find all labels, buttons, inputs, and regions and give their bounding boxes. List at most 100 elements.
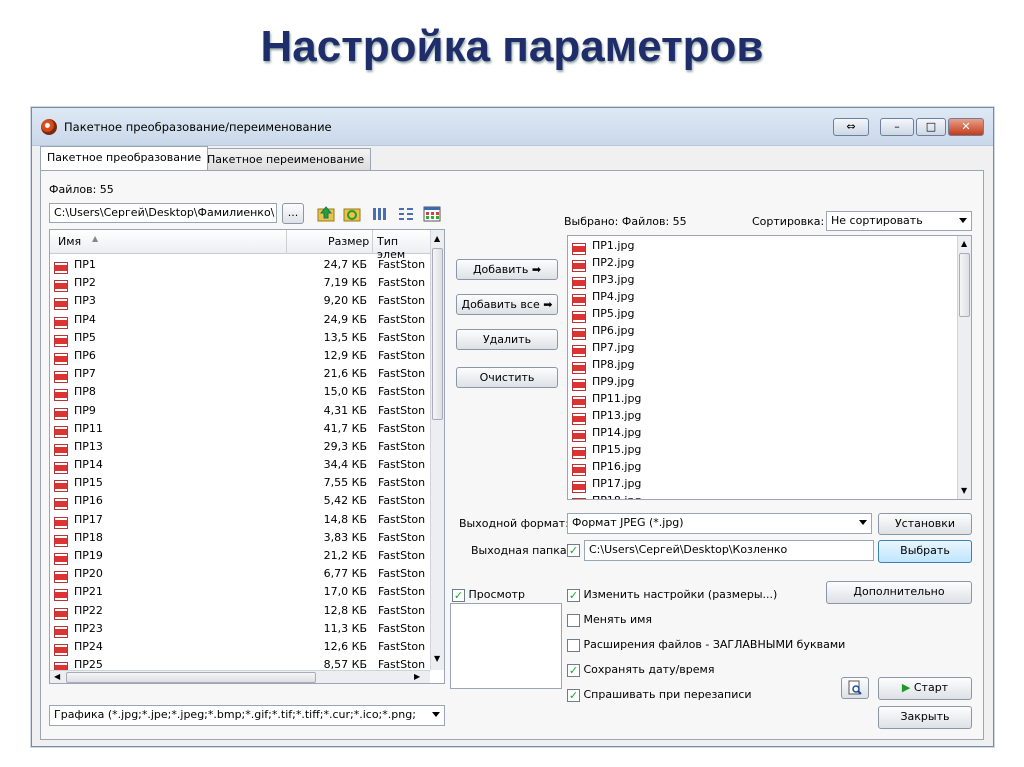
selected-file-row[interactable]: ПР4.jpg	[570, 289, 955, 306]
scroll-up-icon[interactable]: ▲	[961, 239, 967, 248]
close-button[interactable]: Закрыть	[878, 706, 972, 729]
file-row[interactable]: ПР11 41,7 КБ FastSton	[50, 420, 430, 438]
ask-overwrite-option[interactable]: ✓ Спрашивать при перезаписи	[567, 688, 752, 702]
file-row[interactable]: ПР15 7,55 КБ FastSton	[50, 474, 430, 493]
file-row[interactable]: ПР24 12,6 КБ FastSton	[50, 638, 430, 656]
change-settings-checkbox[interactable]: ✓	[567, 588, 580, 602]
file-row[interactable]: ПР13 29,3 КБ FastSton	[50, 438, 430, 456]
clear-button[interactable]: Очистить	[456, 367, 558, 388]
selected-file-row[interactable]: ПР6.jpg	[570, 323, 955, 340]
output-format-value: Формат JPEG (*.jpg)	[572, 516, 684, 529]
file-row[interactable]: ПР22 12,8 КБ FastSton	[50, 602, 430, 620]
file-row[interactable]: ПР20 6,77 КБ FastSton	[50, 565, 430, 584]
jpg-file-icon	[572, 277, 586, 289]
file-row[interactable]: ПР4 24,9 КБ FastSton	[50, 311, 430, 329]
file-row[interactable]: ПР6 12,9 КБ FastSton	[50, 347, 430, 365]
choose-folder-button[interactable]: Выбрать	[878, 540, 972, 563]
folder-up-icon[interactable]	[317, 205, 335, 223]
uppercase-ext-option[interactable]: Расширения файлов - ЗАГЛАВНЫМИ буквами	[567, 638, 845, 652]
resize-toggle-button[interactable]: ⇔	[833, 118, 869, 136]
preview-toggle[interactable]: ✓ Просмотр	[452, 588, 525, 602]
column-name[interactable]: Имя	[58, 235, 81, 248]
selected-file-row[interactable]: ПР2.jpg	[570, 255, 955, 272]
output-folder-checkbox[interactable]: ✓	[567, 544, 580, 557]
change-settings-option[interactable]: ✓ Изменить настройки (размеры...)	[567, 588, 777, 602]
maximize-button[interactable]: □	[916, 118, 946, 136]
selected-file-row[interactable]: ПР9.jpg	[570, 374, 955, 391]
selected-file-row[interactable]: ПР18.jpg	[570, 493, 955, 499]
scroll-down-icon[interactable]: ▼	[961, 486, 967, 495]
selected-file-list[interactable]: ПР1.jpg ПР2.jpg ПР3.jpg ПР4.jpg ПР5.jpg ПР6.j…	[567, 235, 972, 500]
rename-checkbox[interactable]	[567, 613, 580, 627]
rename-option[interactable]: Менять имя	[567, 613, 652, 627]
selected-file-row[interactable]: ПР5.jpg	[570, 306, 955, 323]
column-size[interactable]: Размер	[328, 235, 369, 248]
minimize-button[interactable]: –	[880, 118, 914, 136]
selected-file-row[interactable]: ПР16.jpg	[570, 459, 955, 476]
preview-checkbox[interactable]: ✓	[452, 588, 465, 602]
add-button[interactable]: Добавить ➡	[456, 259, 558, 280]
add-all-button[interactable]: Добавить все ➡	[456, 294, 558, 315]
selected-file-row[interactable]: ПР8.jpg	[570, 357, 955, 374]
keep-date-option[interactable]: ✓ Сохранять дату/время	[567, 663, 714, 677]
source-scroll-thumb[interactable]	[432, 248, 443, 420]
selected-file-row[interactable]: ПР11.jpg	[570, 391, 955, 408]
advanced-button[interactable]: Дополнительно	[826, 581, 972, 604]
file-row[interactable]: ПР18 3,83 КБ FastSton	[50, 529, 430, 547]
file-row[interactable]: ПР2 7,19 КБ FastSton	[50, 274, 430, 293]
file-row[interactable]: ПР14 34,4 КБ FastSton	[50, 456, 430, 475]
ask-overwrite-checkbox[interactable]: ✓	[567, 688, 580, 702]
selected-file-name: ПР7.jpg	[592, 341, 635, 354]
file-row[interactable]: ПР23 11,3 КБ FastSton	[50, 620, 430, 638]
scroll-up-icon[interactable]: ▲	[434, 234, 440, 243]
app-icon	[41, 119, 57, 135]
details-view-icon[interactable]	[423, 205, 441, 223]
tab-batch-rename[interactable]: Пакетное переименование	[200, 148, 372, 170]
selected-file-row[interactable]: ПР15.jpg	[570, 442, 955, 459]
selected-file-row[interactable]: ПР14.jpg	[570, 425, 955, 442]
file-row[interactable]: ПР19 21,2 КБ FastSton	[50, 547, 430, 565]
selected-file-row[interactable]: ПР3.jpg	[570, 272, 955, 289]
selected-vertical-scrollbar[interactable]: ▲ ▼	[957, 236, 971, 499]
tab-batch-convert[interactable]: Пакетное преобразование	[40, 146, 209, 170]
file-row[interactable]: ПР7 21,6 КБ FastSton	[50, 365, 430, 384]
scroll-right-icon[interactable]: ▶	[414, 672, 420, 681]
file-row[interactable]: ПР16 5,42 КБ FastSton	[50, 492, 430, 511]
source-horizontal-scrollbar[interactable]: ◀ ▶	[50, 670, 430, 683]
browse-button[interactable]: ...	[282, 203, 304, 224]
selected-scroll-thumb[interactable]	[959, 253, 970, 317]
close-window-button[interactable]: ✕	[948, 118, 984, 136]
file-row[interactable]: ПР1 24,7 КБ FastSton	[50, 256, 430, 274]
thumbnails-view-icon[interactable]	[371, 205, 389, 223]
keep-date-checkbox[interactable]: ✓	[567, 663, 580, 677]
file-row[interactable]: ПР21 17,0 КБ FastSton	[50, 583, 430, 602]
settings-button[interactable]: Установки	[878, 513, 972, 535]
file-type: FastSton	[378, 494, 426, 508]
list-view-icon[interactable]	[397, 205, 415, 223]
output-folder-field[interactable]: C:\Users\Сергей\Desktop\Козленко	[584, 540, 874, 561]
scroll-down-icon[interactable]: ▼	[434, 654, 440, 663]
file-row[interactable]: ПР9 4,31 КБ FastSton	[50, 402, 430, 420]
source-hscroll-thumb[interactable]	[66, 672, 316, 683]
scroll-left-icon[interactable]: ◀	[54, 672, 60, 681]
file-row[interactable]: ПР3 9,20 КБ FastSton	[50, 292, 430, 311]
source-vertical-scrollbar[interactable]: ▲ ▼	[430, 230, 444, 670]
file-row[interactable]: ПР17 14,8 КБ FastSton	[50, 511, 430, 529]
uppercase-ext-checkbox[interactable]	[567, 638, 580, 652]
source-path-field[interactable]: C:\Users\Сергей\Desktop\Фамилиенко\	[49, 203, 277, 223]
sort-select[interactable]: Не сортировать	[826, 211, 972, 231]
selected-file-row[interactable]: ПР1.jpg	[570, 238, 955, 255]
start-button[interactable]: ▶ Старт	[878, 677, 972, 700]
delete-button[interactable]: Удалить	[456, 329, 558, 350]
file-type-filter[interactable]: Графика (*.jpg;*.jpe;*.jpeg;*.bmp;*.gif;…	[49, 705, 445, 726]
file-row[interactable]: ПР8 15,0 КБ FastSton	[50, 383, 430, 402]
source-file-list[interactable]: Имя ▲ Размер Тип элем ПР1 24,7 КБ FastSton…	[49, 229, 445, 684]
refresh-folder-icon[interactable]	[343, 205, 361, 223]
selected-file-row[interactable]: ПР13.jpg	[570, 408, 955, 425]
output-format-select[interactable]: Формат JPEG (*.jpg)	[567, 513, 872, 534]
jpg-file-icon	[54, 589, 68, 602]
selected-file-row[interactable]: ПР7.jpg	[570, 340, 955, 357]
file-row[interactable]: ПР5 13,5 КБ FastSton	[50, 329, 430, 347]
preview-search-button[interactable]	[841, 677, 869, 699]
selected-file-row[interactable]: ПР17.jpg	[570, 476, 955, 493]
